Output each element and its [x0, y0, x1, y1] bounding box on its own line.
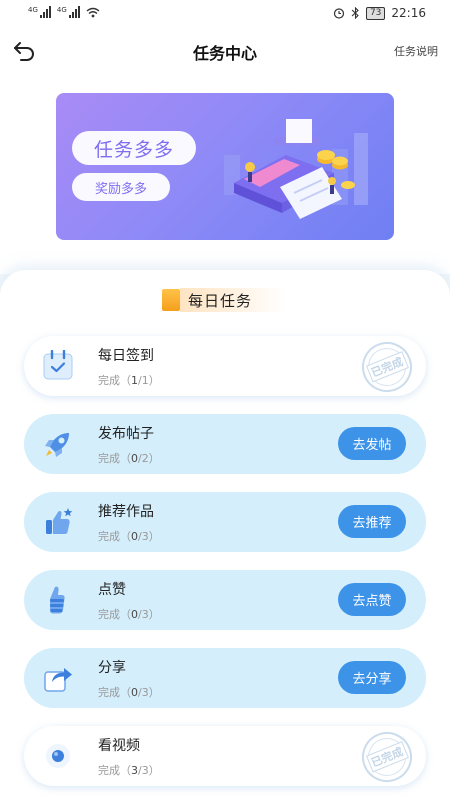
task-card-like: 点赞 完成（0/3） 去点赞 [24, 570, 426, 630]
rocket-icon [40, 426, 76, 462]
task-progress: 完成（0/3） [98, 530, 160, 543]
section-header: 每日任务 [162, 288, 286, 312]
task-card-share: 分享 完成（0/3） 去分享 [24, 648, 426, 708]
task-card-checkin: 每日签到 完成（1/1） 已完成 [24, 334, 426, 400]
clock: 22:16 [391, 6, 426, 20]
banner-area: 任务多多 奖励多多 [0, 74, 450, 274]
status-bar: 4G 4G 73 22:16 [0, 0, 450, 28]
completed-stamp: 已完成 [354, 334, 420, 400]
go-like-button[interactable]: 去点赞 [338, 583, 406, 616]
thumbs-up-star-icon [40, 504, 76, 540]
task-name: 每日签到 [98, 348, 154, 364]
battery-indicator: 73 [365, 6, 386, 20]
task-name: 推荐作品 [98, 504, 154, 520]
task-help-link[interactable]: 任务说明 [394, 43, 438, 59]
alarm-icon [333, 8, 345, 19]
signal-icon: 4G [57, 6, 80, 18]
go-post-button[interactable]: 去发帖 [338, 427, 406, 460]
task-name: 发布帖子 [98, 426, 154, 442]
task-progress: 完成（0/2） [98, 452, 160, 465]
bluetooth-icon [351, 7, 359, 19]
banner-headline: 任务多多 [72, 131, 196, 165]
task-card-recommend: 推荐作品 完成（0/3） 去推荐 [24, 492, 426, 552]
printer-coins-illustration [224, 119, 368, 219]
nav-bar: 任务中心 任务说明 [0, 28, 450, 74]
signal-icon: 4G [28, 6, 51, 18]
task-card-post: 发布帖子 完成（0/2） 去发帖 [24, 414, 426, 474]
promo-banner[interactable]: 任务多多 奖励多多 [56, 93, 394, 240]
share-arrow-icon [40, 660, 76, 696]
completed-stamp: 已完成 [354, 724, 420, 790]
go-share-button[interactable]: 去分享 [338, 661, 406, 694]
banner-subtitle: 奖励多多 [72, 173, 170, 201]
task-progress: 完成（0/3） [98, 686, 160, 699]
task-progress: 完成（1/1） [98, 374, 160, 387]
video-play-icon [40, 738, 76, 774]
wifi-icon [86, 7, 100, 17]
page-title: 任务中心 [192, 44, 257, 63]
calendar-check-icon [40, 348, 76, 384]
task-name: 点赞 [98, 582, 126, 598]
task-progress: 完成（0/3） [98, 608, 160, 621]
thumbs-up-hand-icon [40, 582, 76, 618]
task-name: 看视频 [98, 738, 140, 754]
task-card-video: 看视频 完成（3/3） 已完成 [24, 724, 426, 790]
flag-icon [162, 289, 180, 311]
section-title: 每日任务 [188, 291, 253, 310]
task-progress: 完成（3/3） [98, 764, 160, 777]
go-recommend-button[interactable]: 去推荐 [338, 505, 406, 538]
daily-tasks-panel: 每日任务 每日签到 完成（1/1） 已完成 发布帖子 完成（0/2） 去发帖 推… [0, 270, 450, 800]
task-name: 分享 [98, 660, 126, 676]
